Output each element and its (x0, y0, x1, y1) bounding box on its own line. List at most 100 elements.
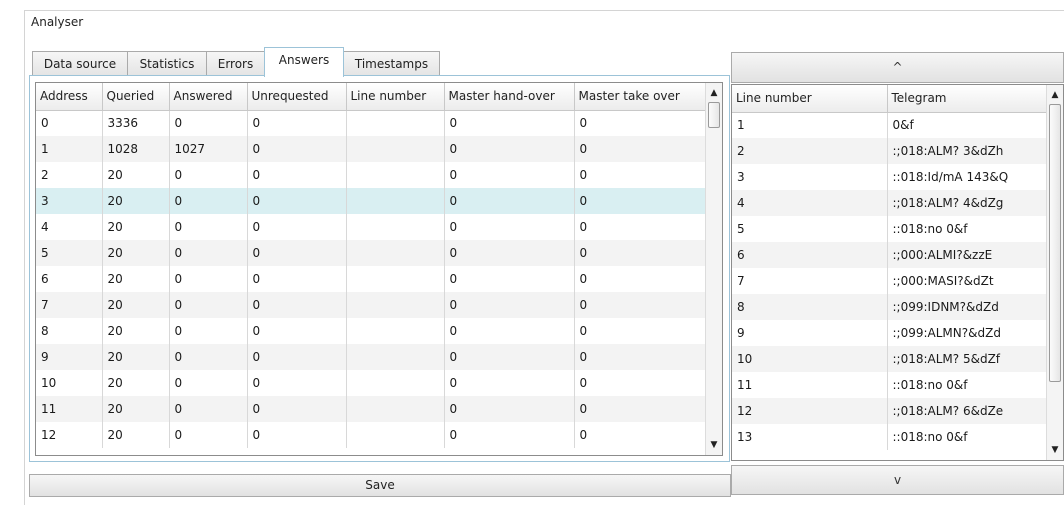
cell-telegram: ::018:Id/mA 143&Q (887, 164, 1047, 190)
col-header-unrequested[interactable]: Unrequested (247, 83, 347, 111)
tab-answers[interactable]: Answers (264, 47, 344, 77)
cell-line-number (346, 136, 445, 162)
telegram-scrollbar[interactable]: ▲ ▼ (1046, 85, 1063, 460)
cell-master-take-over: 0 (574, 370, 706, 396)
cell-line-number: 5 (732, 216, 888, 242)
cell-master-hand-over: 0 (444, 214, 575, 240)
cell-address: 0 (36, 110, 103, 136)
cell-address: 6 (36, 266, 103, 292)
cell-line-number (346, 396, 445, 422)
cell-line-number (346, 344, 445, 370)
col-header-telegram-line-number[interactable]: Line number (732, 85, 888, 113)
cell-unrequested: 0 (247, 292, 347, 318)
telegram-row[interactable]: 8:;099:IDNM?&dZd (732, 294, 1047, 320)
telegram-row[interactable]: 12:;018:ALM? 6&dZe (732, 398, 1047, 424)
cell-master-take-over: 0 (574, 266, 706, 292)
telegram-row[interactable]: 7:;000:MASI?&dZt (732, 268, 1047, 294)
cell-master-take-over: 0 (574, 136, 706, 162)
cell-master-hand-over: 0 (444, 344, 575, 370)
cell-master-take-over: 0 (574, 422, 706, 448)
tab-statistics[interactable]: Statistics (127, 51, 207, 76)
answers-row[interactable]: 0 3336 0 0 0 0 (36, 110, 706, 136)
cell-address: 3 (36, 188, 103, 214)
cell-master-hand-over: 0 (444, 318, 575, 344)
cell-unrequested: 0 (247, 344, 347, 370)
answers-row[interactable]: 2 20 0 0 0 0 (36, 162, 706, 188)
cell-address: 11 (36, 396, 103, 422)
cell-line-number (346, 188, 445, 214)
telegram-row[interactable]: 11::018:no 0&f (732, 372, 1047, 398)
cell-queried: 1028 (102, 136, 170, 162)
tab-timestamps[interactable]: Timestamps (343, 51, 440, 76)
cell-telegram: 0&f (887, 112, 1047, 138)
telegram-row[interactable]: 2:;018:ALM? 3&dZh (732, 138, 1047, 164)
answers-row[interactable]: 10 20 0 0 0 0 (36, 370, 706, 396)
answers-row[interactable]: 9 20 0 0 0 0 (36, 344, 706, 370)
scroll-down-icon[interactable]: ▼ (1047, 442, 1063, 458)
telegram-row[interactable]: 6:;000:ALMI?&zzE (732, 242, 1047, 268)
cell-master-hand-over: 0 (444, 396, 575, 422)
cell-telegram: ::018:no 0&f (887, 216, 1047, 242)
col-header-master-hand-over[interactable]: Master hand-over (444, 83, 575, 111)
window-title: Analyser (31, 15, 84, 29)
cell-unrequested: 0 (247, 396, 347, 422)
cell-unrequested: 0 (247, 370, 347, 396)
cell-answered: 0 (169, 266, 248, 292)
telegram-row[interactable]: 10:;018:ALM? 5&dZf (732, 346, 1047, 372)
scroll-down-icon[interactable]: ▼ (706, 437, 722, 453)
cell-line-number: 8 (732, 294, 888, 320)
telegram-scroll-thumb[interactable] (1049, 104, 1061, 382)
answers-scrollbar[interactable]: ▲ ▼ (705, 83, 722, 455)
telegram-row[interactable]: 13::018:no 0&f (732, 424, 1047, 450)
answers-row[interactable]: 12 20 0 0 0 0 (36, 422, 706, 448)
page-down-button[interactable]: v (731, 465, 1064, 495)
col-header-address[interactable]: Address (36, 83, 103, 111)
col-header-telegram[interactable]: Telegram (887, 85, 1047, 113)
telegram-row[interactable]: 4:;018:ALM? 4&dZg (732, 190, 1047, 216)
answers-row[interactable]: 1 1028 1027 0 0 0 (36, 136, 706, 162)
cell-address: 1 (36, 136, 103, 162)
save-button[interactable]: Save (29, 474, 731, 497)
cell-address: 10 (36, 370, 103, 396)
answers-row[interactable]: 4 20 0 0 0 0 (36, 214, 706, 240)
telegram-row[interactable]: 5::018:no 0&f (732, 216, 1047, 242)
cell-address: 8 (36, 318, 103, 344)
col-header-line-number[interactable]: Line number (346, 83, 445, 111)
page-up-button[interactable]: ^ (731, 52, 1064, 83)
scroll-up-icon[interactable]: ▲ (706, 85, 722, 101)
answers-row[interactable]: 6 20 0 0 0 0 (36, 266, 706, 292)
answers-row[interactable]: 11 20 0 0 0 0 (36, 396, 706, 422)
col-header-answered[interactable]: Answered (169, 83, 248, 111)
answers-row[interactable]: 7 20 0 0 0 0 (36, 292, 706, 318)
cell-answered: 0 (169, 214, 248, 240)
telegram-row[interactable]: 9:;099:ALMN?&dZd (732, 320, 1047, 346)
answers-row[interactable]: 3 20 0 0 0 0 (36, 188, 706, 214)
cell-address: 12 (36, 422, 103, 448)
telegram-row[interactable]: 1 0&f (732, 112, 1047, 138)
cell-master-take-over: 0 (574, 214, 706, 240)
cell-line-number (346, 162, 445, 188)
cell-answered: 0 (169, 318, 248, 344)
col-header-master-take-over[interactable]: Master take over (574, 83, 706, 111)
cell-answered: 0 (169, 344, 248, 370)
answers-row[interactable]: 8 20 0 0 0 0 (36, 318, 706, 344)
tab-errors[interactable]: Errors (206, 51, 265, 76)
cell-queried: 20 (102, 422, 170, 448)
scroll-up-icon[interactable]: ▲ (1047, 87, 1063, 103)
cell-master-take-over: 0 (574, 396, 706, 422)
cell-line-number: 3 (732, 164, 888, 190)
cell-queried: 20 (102, 318, 170, 344)
cell-address: 7 (36, 292, 103, 318)
cell-answered: 1027 (169, 136, 248, 162)
cell-line-number (346, 266, 445, 292)
cell-line-number (346, 214, 445, 240)
answers-row[interactable]: 5 20 0 0 0 0 (36, 240, 706, 266)
tab-data-source[interactable]: Data source (32, 51, 128, 76)
telegram-row[interactable]: 3::018:Id/mA 143&Q (732, 164, 1047, 190)
cell-line-number: 12 (732, 398, 888, 424)
cell-line-number: 13 (732, 424, 888, 450)
answers-scroll-thumb[interactable] (708, 102, 720, 128)
cell-answered: 0 (169, 422, 248, 448)
cell-line-number (346, 110, 445, 136)
col-header-queried[interactable]: Queried (102, 83, 170, 111)
